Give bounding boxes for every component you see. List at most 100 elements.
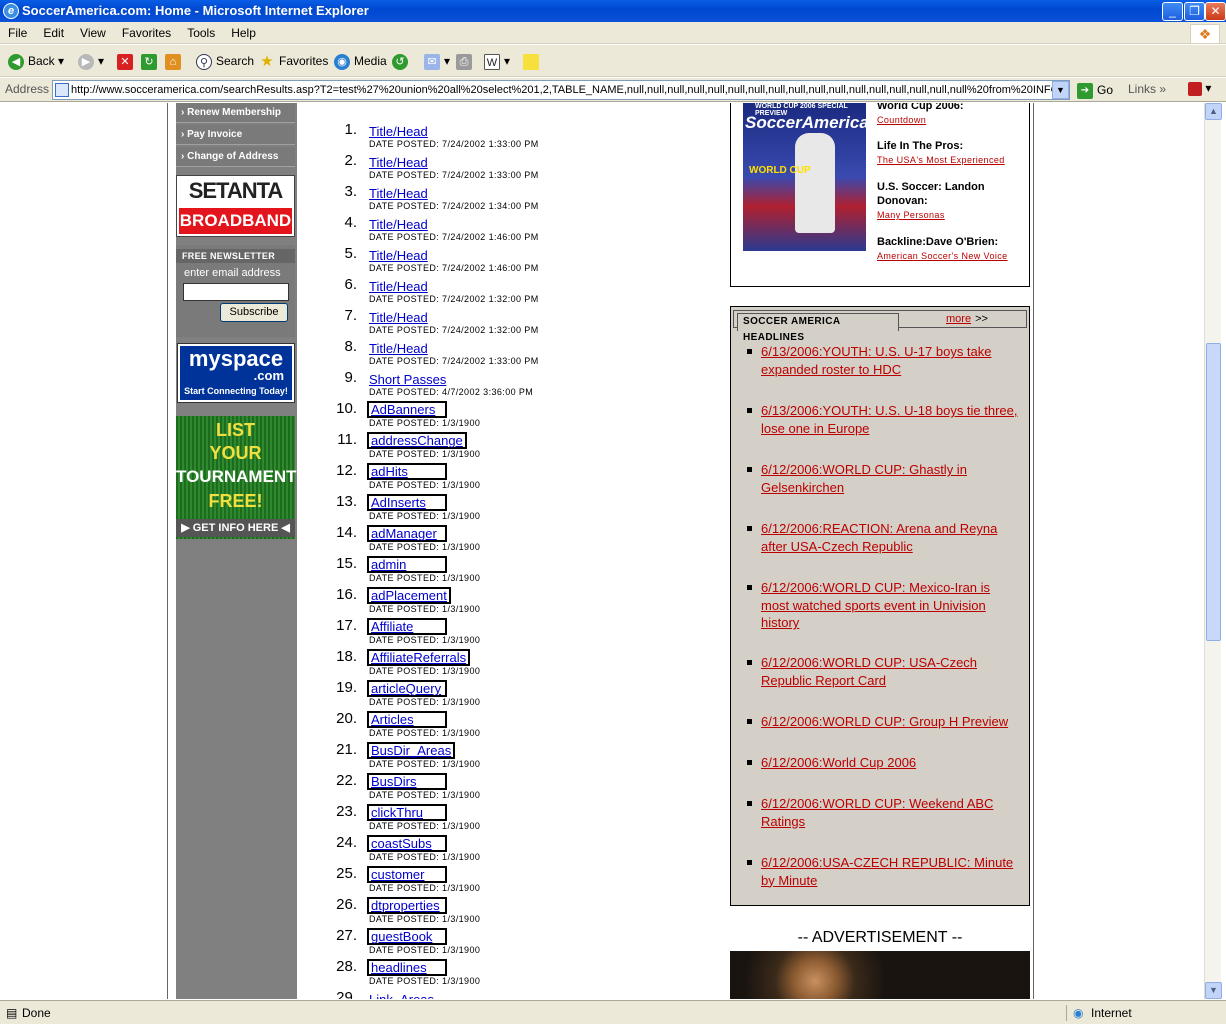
- print-button[interactable]: ⎙: [456, 51, 476, 71]
- scroll-up-button[interactable]: ▲: [1205, 103, 1222, 120]
- mail-button[interactable]: ✉ ▾: [424, 51, 450, 71]
- menu-view[interactable]: View: [80, 26, 106, 40]
- sidebar-link-renew-membership[interactable]: › Renew Membership: [176, 103, 295, 123]
- search-result-row: 2. Title/Head DATE POSTED: 7/24/2002 1:33:…: [320, 134, 720, 180]
- search-result-row: 8. Title/Head DATE POSTED: 7/24/2002 1:33:…: [320, 320, 720, 366]
- result-title-link[interactable]: Link_Areas: [369, 992, 434, 999]
- sidebar-link-change-address[interactable]: › Change of Address: [176, 147, 295, 167]
- cover-player-figure: [795, 133, 835, 233]
- discuss-button[interactable]: [523, 51, 543, 71]
- headline-link[interactable]: 6/12/2006:WORLD CUP: Group H Preview: [761, 714, 1008, 729]
- search-result-row: 3. Title/Head DATE POSTED: 7/24/2002 1:34:…: [320, 165, 720, 211]
- search-result-row: 27. guestBook DATE POSTED: 1/3/1900: [320, 909, 720, 955]
- headline-link[interactable]: 6/12/2006:WORLD CUP: Ghastly in Gelsenki…: [761, 462, 967, 495]
- favorites-button[interactable]: ★ Favorites: [259, 51, 328, 71]
- links-button[interactable]: Links »: [1128, 82, 1166, 96]
- headline-link[interactable]: 6/13/2006:YOUTH: U.S. U-18 boys tie thre…: [761, 403, 1018, 436]
- myspace-ad-panel: myspace .com Start Connecting Today!: [180, 346, 292, 400]
- maximize-button[interactable]: ❐: [1184, 2, 1205, 21]
- advertisement-image[interactable]: [730, 951, 1030, 999]
- search-result-row: 16. adPlacement DATE POSTED: 1/3/1900: [320, 568, 720, 614]
- print-icon: ⎙: [456, 53, 472, 70]
- magazine-promo: WORLD CUP 2006 SPECIAL PREVIEW SoccerAme…: [730, 103, 1030, 287]
- headline-item[interactable]: 6/12/2006:World Cup 2006: [747, 754, 1019, 772]
- menu-favorites[interactable]: Favorites: [122, 26, 171, 40]
- back-button[interactable]: ◀ Back ▾: [8, 51, 64, 71]
- search-button[interactable]: ⚲ Search: [196, 51, 254, 71]
- headline-item[interactable]: 6/13/2006:YOUTH: U.S. U-18 boys tie thre…: [747, 402, 1019, 437]
- headline-item[interactable]: 6/13/2006:YOUTH: U.S. U-17 boys take exp…: [747, 343, 1019, 378]
- myspace-brand: myspace: [188, 346, 284, 371]
- history-button[interactable]: ↺: [392, 51, 412, 71]
- home-button[interactable]: ⌂: [165, 51, 185, 71]
- menu-edit[interactable]: Edit: [43, 26, 64, 40]
- headline-item[interactable]: 6/12/2006:REACTION: Arena and Reyna afte…: [747, 520, 1019, 555]
- search-result-row: 1. Title/Head DATE POSTED: 7/24/2002 1:33:…: [320, 103, 720, 149]
- headline-link[interactable]: 6/12/2006:WORLD CUP: Weekend ABC Ratings: [761, 796, 993, 829]
- newsletter-signup: FREE NEWSLETTER enter email address Subs…: [176, 245, 295, 337]
- newsletter-label: enter email address: [184, 267, 281, 279]
- get-info-here-button[interactable]: ▶ GET INFO HERE ◀: [176, 519, 295, 537]
- scroll-down-button[interactable]: ▼: [1205, 982, 1222, 999]
- magazine-item-link[interactable]: Countdown: [877, 115, 1027, 125]
- address-input[interactable]: http://www.socceramerica.com/searchResul…: [52, 80, 1070, 100]
- sidebar-link-pay-invoice[interactable]: › Pay Invoice: [176, 125, 295, 145]
- status-zone: Internet: [1091, 1006, 1132, 1020]
- address-dropdown-button[interactable]: ▼: [1052, 81, 1069, 99]
- stop-button[interactable]: ✕: [117, 51, 137, 71]
- list-tournament-ad[interactable]: LIST YOUR TOURNAMENT FREE! ▶ GET INFO HE…: [176, 416, 297, 539]
- magazine-item: U.S. Soccer: Landon Donovan: Many Person…: [877, 180, 1027, 220]
- minimize-button[interactable]: _: [1162, 2, 1183, 21]
- forward-button[interactable]: ▶ ▾: [78, 51, 104, 71]
- headline-link[interactable]: 6/12/2006:World Cup 2006: [761, 755, 916, 770]
- headline-link[interactable]: 6/12/2006:WORLD CUP: Mexico-Iran is most…: [761, 580, 990, 630]
- bullet-icon: [747, 660, 752, 665]
- internet-zone-icon: ◉: [1073, 1006, 1084, 1020]
- headline-link[interactable]: 6/12/2006:REACTION: Arena and Reyna afte…: [761, 521, 997, 554]
- status-divider: [1066, 1005, 1067, 1021]
- subscribe-button[interactable]: Subscribe: [220, 303, 288, 322]
- menu-file[interactable]: File: [8, 26, 27, 40]
- result-number: 29.: [336, 989, 357, 999]
- search-result-row: 4. Title/Head DATE POSTED: 7/24/2002 1:46:…: [320, 196, 720, 242]
- magazine-item-link[interactable]: The USA's Most Experienced: [877, 155, 1027, 165]
- tab-headlines[interactable]: SOCCER AMERICA HEADLINES: [737, 313, 899, 343]
- magazine-cover-image[interactable]: WORLD CUP 2006 SPECIAL PREVIEW SoccerAme…: [743, 103, 869, 251]
- close-button[interactable]: ✕: [1205, 2, 1226, 21]
- search-result-row: 20. Articles DATE POSTED: 1/3/1900: [320, 692, 720, 738]
- headline-link[interactable]: 6/12/2006:WORLD CUP: USA-Czech Republic …: [761, 655, 977, 688]
- magazine-item-link[interactable]: Many Personas: [877, 210, 1027, 220]
- headline-item[interactable]: 6/12/2006:WORLD CUP: Ghastly in Gelsenki…: [747, 461, 1019, 496]
- headline-link[interactable]: 6/13/2006:YOUTH: U.S. U-17 boys take exp…: [761, 344, 992, 377]
- search-result-row: 28. headlines DATE POSTED: 1/3/1900: [320, 940, 720, 986]
- setanta-broadband-ad[interactable]: SETANTA BROADBAND: [176, 175, 295, 237]
- search-result-row: 25. customer DATE POSTED: 1/3/1900: [320, 847, 720, 893]
- tourn-line-4: FREE!: [208, 491, 263, 511]
- search-icon: ⚲: [196, 53, 212, 70]
- menu-tools[interactable]: Tools: [187, 26, 215, 40]
- myspace-ad[interactable]: myspace .com Start Connecting Today!: [177, 343, 295, 403]
- toolbar-addon-button[interactable]: ▾: [1188, 81, 1218, 99]
- windows-logo-icon: ❖: [1190, 24, 1220, 44]
- search-result-row: 17. Affiliate DATE POSTED: 1/3/1900: [320, 599, 720, 645]
- headline-item[interactable]: 6/12/2006:WORLD CUP: Weekend ABC Ratings: [747, 795, 1019, 830]
- vertical-scrollbar[interactable]: ▲ ▼: [1204, 103, 1222, 999]
- refresh-button[interactable]: ↻: [141, 51, 161, 71]
- headline-link[interactable]: 6/12/2006:USA-CZECH REPUBLIC: Minute by …: [761, 855, 1013, 888]
- search-result-row: 10. AdBanners DATE POSTED: 1/3/1900: [320, 382, 720, 428]
- magazine-item-link[interactable]: American Soccer's New Voice: [877, 251, 1027, 261]
- menu-help[interactable]: Help: [231, 26, 256, 40]
- newsletter-email-input[interactable]: [183, 283, 289, 301]
- search-result-row: 29. Link_Areas: [320, 971, 720, 999]
- media-button[interactable]: ◉ Media: [334, 51, 387, 71]
- go-button[interactable]: ➔ Go: [1077, 81, 1113, 99]
- edit-button[interactable]: W ▾: [484, 51, 510, 71]
- more-headlines-link[interactable]: more >>: [946, 313, 988, 325]
- headline-item[interactable]: 6/12/2006:WORLD CUP: Mexico-Iran is most…: [747, 579, 1019, 632]
- headline-item[interactable]: 6/12/2006:USA-CZECH REPUBLIC: Minute by …: [747, 854, 1019, 889]
- addon-icon: [1188, 81, 1202, 96]
- scroll-thumb[interactable]: [1206, 343, 1221, 641]
- headline-item[interactable]: 6/12/2006:WORLD CUP: Group H Preview: [747, 713, 1019, 731]
- headline-item[interactable]: 6/12/2006:WORLD CUP: USA-Czech Republic …: [747, 654, 1019, 689]
- address-label: Address: [5, 82, 50, 96]
